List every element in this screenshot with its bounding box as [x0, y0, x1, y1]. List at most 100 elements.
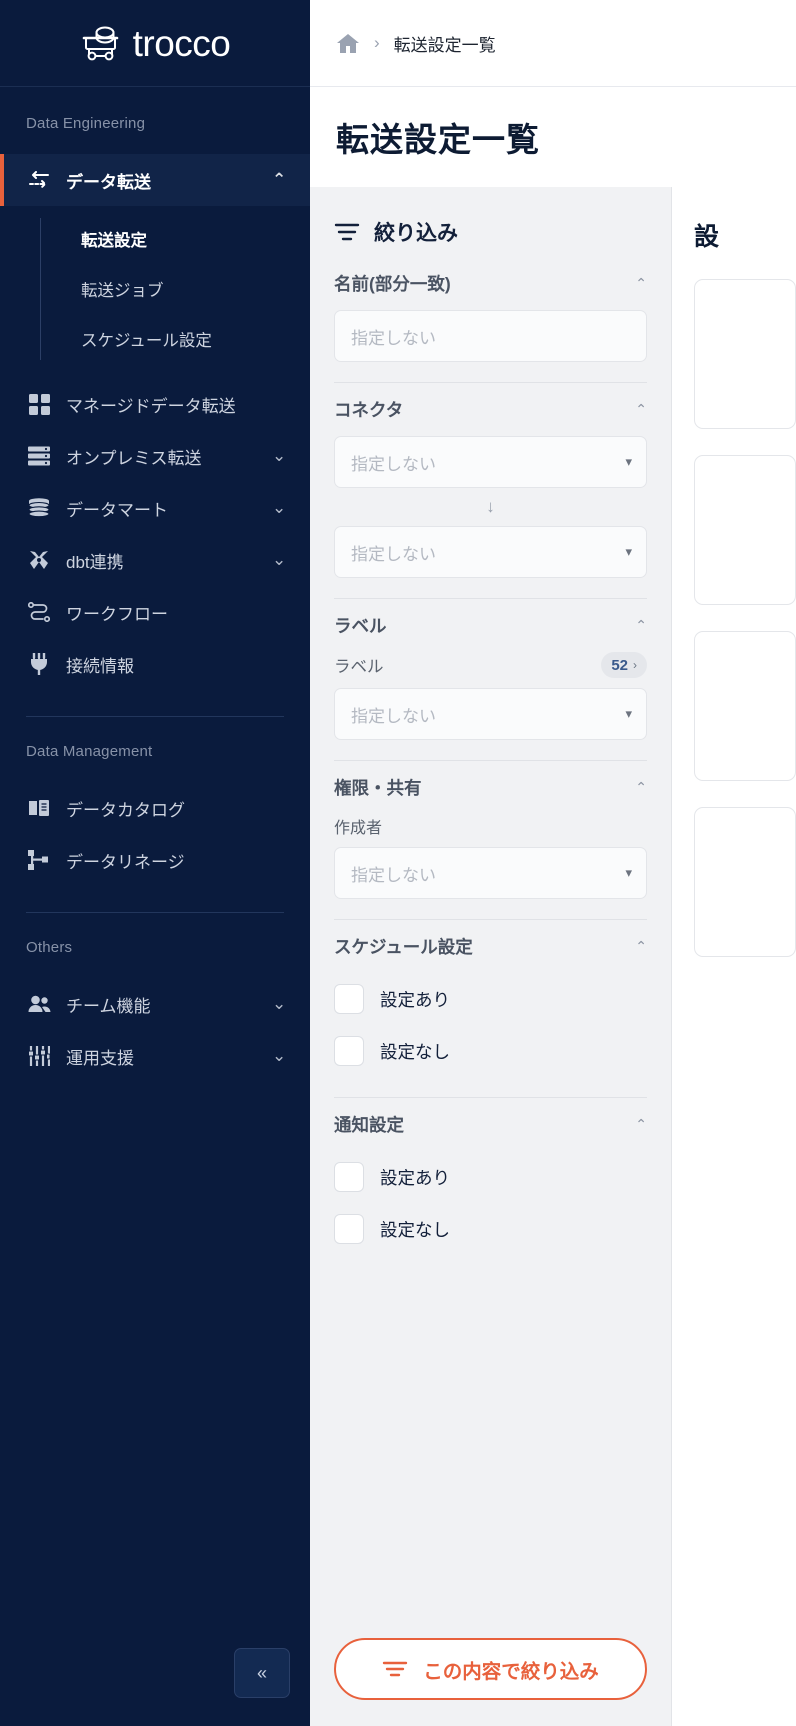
sidebar-item-onpremise-transfer[interactable]: オンプレミス転送 ⌄ — [0, 430, 310, 482]
label-field-label: ラベル — [334, 658, 384, 676]
label-count-row[interactable]: ラベル 52 › — [334, 652, 647, 678]
breadcrumb-separator: › — [374, 33, 380, 52]
breadcrumb-current: 転送設定一覧 — [393, 35, 496, 55]
filter-footer: この内容で絞り込み — [310, 1620, 671, 1726]
schedule-checkbox-not-configured[interactable]: 設定なし — [334, 1025, 647, 1077]
sidebar-item-ops-support[interactable]: 運用支援 ⌄ — [0, 1030, 310, 1082]
sidebar-item-data-transfer[interactable]: データ転送 ⌃ — [0, 154, 310, 206]
sidebar-item-managed-data-transfer[interactable]: マネージドデータ転送 — [0, 378, 310, 430]
filter-group-name: 名前(部分一致) ⌃ 指定しない — [334, 271, 647, 382]
results-panel: 設 — [672, 187, 796, 1726]
label-count-badge[interactable]: 52 › — [601, 652, 647, 678]
filter-icon — [382, 1660, 408, 1678]
chevron-up-icon[interactable]: ⌃ — [635, 938, 647, 955]
server-icon — [26, 446, 52, 466]
checkbox-label: 設定あり — [380, 1167, 450, 1188]
filter-group-title: 名前(部分一致) — [334, 274, 451, 294]
sidebar-item-dbt[interactable]: dbt連携 ⌄ — [0, 534, 310, 586]
notification-checkbox-not-configured[interactable]: 設定なし — [334, 1203, 647, 1255]
name-filter-input[interactable]: 指定しない — [334, 310, 647, 362]
connector-destination-select[interactable]: 指定しない ▾ — [334, 526, 647, 578]
sidebar-item-label: ワークフロー — [66, 604, 168, 624]
people-icon — [26, 995, 52, 1013]
filter-panel-title: 絞り込み — [374, 222, 458, 245]
filter-body: 名前(部分一致) ⌃ 指定しない コネクタ ⌃ 指定しない ▾ ↓ 指定しない … — [310, 271, 671, 1620]
filter-group-notification: 通知設定 ⌃ 設定あり 設定なし — [334, 1097, 647, 1275]
chevron-up-icon[interactable]: ⌃ — [635, 275, 647, 292]
book-icon — [26, 799, 52, 817]
chevron-up-icon[interactable]: ⌃ — [635, 1116, 647, 1133]
filter-group-title: 通知設定 — [334, 1115, 404, 1135]
filter-group-title: 権限・共有 — [334, 778, 422, 798]
content-row: 絞り込み 名前(部分一致) ⌃ 指定しない コネクタ ⌃ 指定しない ▾ ↓ 指… — [310, 187, 796, 1726]
sliders-icon — [26, 1046, 52, 1066]
label-select[interactable]: 指定しない ▾ — [334, 688, 647, 740]
sidebar-item-label: データ転送 — [66, 172, 151, 192]
result-card[interactable] — [694, 455, 796, 605]
creator-select[interactable]: 指定しない ▾ — [334, 847, 647, 899]
result-card[interactable] — [694, 631, 796, 781]
filter-group-label: ラベル ⌃ ラベル 52 › 指定しない ▾ — [334, 598, 647, 760]
checkbox-icon[interactable] — [334, 984, 364, 1014]
filter-group-title: コネクタ — [334, 400, 404, 420]
apply-filter-button[interactable]: この内容で絞り込み — [334, 1638, 647, 1700]
lineage-icon — [26, 850, 52, 870]
chevron-down-icon: ▾ — [625, 454, 632, 469]
brand-logo[interactable]: trocco — [0, 0, 310, 87]
sidebar-item-data-catalog[interactable]: データカタログ — [0, 782, 310, 834]
sidebar-item-workflow[interactable]: ワークフロー — [0, 586, 310, 638]
chevron-down-icon: ⌄ — [272, 498, 287, 517]
chevron-down-icon: ⌄ — [272, 1046, 287, 1065]
checkbox-icon[interactable] — [334, 1036, 364, 1066]
sidebar-item-transfer-jobs[interactable]: 転送ジョブ — [50, 264, 310, 314]
sidebar-item-connection-info[interactable]: 接続情報 — [0, 638, 310, 690]
filter-group-connector: コネクタ ⌃ 指定しない ▾ ↓ 指定しない ▾ — [334, 382, 647, 598]
schedule-checkbox-configured[interactable]: 設定あり — [334, 973, 647, 1025]
sidebar-item-data-mart[interactable]: データマート ⌄ — [0, 482, 310, 534]
filter-group-title: スケジュール設定 — [334, 937, 473, 957]
sidebar-item-label: データリネージ — [66, 852, 185, 872]
sidebar-item-team[interactable]: チーム機能 ⌄ — [0, 978, 310, 1030]
sidebar-item-label: データカタログ — [66, 800, 185, 820]
chevron-up-icon: ⌃ — [272, 170, 287, 189]
page-header: 転送設定一覧 — [310, 87, 796, 187]
creator-select-value: 指定しない — [351, 865, 436, 885]
filter-group-permission: 権限・共有 ⌃ 作成者 指定しない ▾ — [334, 760, 647, 919]
result-card[interactable] — [694, 279, 796, 429]
filter-group-title: ラベル — [334, 616, 387, 636]
chevron-down-icon: ⌄ — [272, 994, 287, 1013]
sidebar-collapse-button[interactable]: « — [234, 1648, 290, 1698]
checkbox-label: 設定あり — [380, 989, 450, 1010]
checkbox-icon[interactable] — [334, 1214, 364, 1244]
page-title: 転送設定一覧 — [336, 121, 540, 158]
section-label-others: Others — [26, 939, 73, 956]
double-chevron-left-icon: « — [256, 1662, 267, 1683]
sidebar-item-schedule-settings[interactable]: スケジュール設定 — [50, 314, 310, 364]
chevron-down-icon: ▾ — [625, 706, 632, 721]
sidebar: trocco Data Engineering データ転送 ⌃ 転送設定 転送ジ… — [0, 0, 310, 1726]
chevron-down-icon: ⌄ — [272, 446, 287, 465]
label-count-value: 52 — [611, 656, 628, 674]
sidebar-item-label: 接続情報 — [66, 656, 134, 676]
sidebar-item-label: オンプレミス転送 — [66, 448, 202, 468]
chevron-up-icon[interactable]: ⌃ — [635, 779, 647, 796]
database-icon — [26, 498, 52, 518]
chevron-up-icon[interactable]: ⌃ — [635, 401, 647, 418]
notification-checkbox-configured[interactable]: 設定あり — [334, 1151, 647, 1203]
chevron-down-icon: ⌄ — [272, 550, 287, 569]
chevron-up-icon[interactable]: ⌃ — [635, 617, 647, 634]
result-card[interactable] — [694, 807, 796, 957]
filter-icon — [334, 222, 360, 242]
filter-panel-header: 絞り込み — [310, 187, 671, 271]
section-label-data-engineering: Data Engineering — [26, 115, 146, 132]
connector-direction-arrow: ↓ — [486, 497, 495, 516]
checkbox-icon[interactable] — [334, 1162, 364, 1192]
sidebar-item-transfer-settings[interactable]: 転送設定 — [50, 214, 310, 264]
brand-name: trocco — [132, 22, 231, 64]
sidebar-item-label: データマート — [66, 500, 168, 520]
dbt-icon — [26, 549, 52, 571]
sidebar-item-data-lineage[interactable]: データリネージ — [0, 834, 310, 886]
connector-source-select[interactable]: 指定しない ▾ — [334, 436, 647, 488]
main-area: › 転送設定一覧 転送設定一覧 絞り込み 名前(部分一致) ⌃ 指定しない コネ… — [310, 0, 796, 1726]
home-icon[interactable] — [336, 32, 360, 54]
